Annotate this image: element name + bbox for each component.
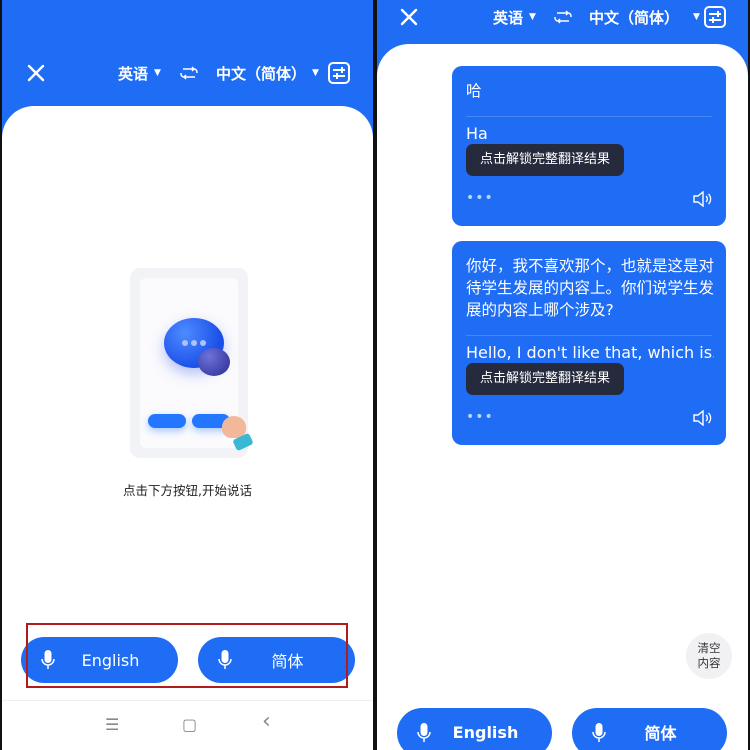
target-language-selector[interactable]: 中文（简体） ▼: [216, 63, 319, 84]
chinese-voice-button[interactable]: 简体: [572, 708, 727, 750]
close-icon[interactable]: [397, 5, 421, 29]
source-text: 你好，我不喜欢那个，也就是这是对待学生发展的内容上。你们说学生发展的内容上哪个涉…: [466, 257, 715, 319]
caret-down-icon: ▼: [154, 68, 161, 78]
source-language-label: 英语: [493, 8, 524, 27]
caret-down-icon: ▼: [312, 68, 319, 78]
target-language-label: 中文（简体）: [216, 64, 307, 83]
clear-content-label: 清空内容: [697, 641, 721, 670]
start-hint: 点击下方按钮,开始说话: [123, 483, 252, 498]
unlock-translation-button[interactable]: 点击解锁完整翻译结果: [466, 144, 625, 176]
button-label: English: [452, 722, 519, 742]
header: 英语 ▼ 中文（简体） ▼: [377, 2, 748, 32]
message-card[interactable]: 你好，我不喜欢那个，也就是这是对待学生发展的内容上。你们说学生发展的内容上哪个涉…: [452, 241, 726, 445]
more-icon[interactable]: •••: [466, 190, 494, 206]
system-nav-bar: ☰ ▢ ‹: [2, 700, 373, 749]
english-voice-button[interactable]: English: [397, 708, 552, 750]
chat-bubble-icon: [198, 348, 230, 376]
menu-icon[interactable]: ☰: [105, 715, 119, 734]
caret-down-icon: ▼: [529, 12, 536, 22]
speaker-icon[interactable]: [692, 410, 712, 426]
translation-text: Ha: [466, 124, 488, 143]
sliders-icon[interactable]: [704, 6, 726, 28]
caret-down-icon: ▼: [693, 12, 700, 22]
translation-text: Hello, I don't like that, which is...: [466, 343, 714, 362]
source-language-label: 英语: [118, 64, 149, 83]
highlight-box: [26, 623, 348, 688]
home-icon[interactable]: ▢: [182, 715, 197, 734]
swap-icon[interactable]: [179, 66, 199, 80]
message-card[interactable]: 哈 Ha 点击解锁完整翻译结果 •••: [452, 66, 726, 226]
sliders-icon[interactable]: [328, 62, 350, 84]
back-icon[interactable]: ‹: [262, 709, 271, 734]
separator: [466, 116, 712, 117]
swap-icon[interactable]: [553, 10, 573, 24]
close-icon[interactable]: [24, 61, 48, 85]
unlock-translation-button[interactable]: 点击解锁完整翻译结果: [466, 363, 625, 395]
separator: [466, 335, 712, 336]
source-language-selector[interactable]: 英语 ▼: [118, 63, 161, 84]
screen-start: 英语 ▼ 中文（简体） ▼ 点击下方按钮,开始说话 English 简体 ☰ ▢…: [2, 0, 373, 750]
more-icon[interactable]: •••: [466, 409, 494, 425]
phone-illustration: [130, 268, 254, 458]
source-text: 哈: [466, 82, 482, 100]
button-label: 简体: [644, 724, 677, 743]
source-language-selector[interactable]: 英语 ▼: [493, 7, 536, 28]
clear-content-button[interactable]: 清空内容: [686, 633, 732, 679]
speaker-icon[interactable]: [692, 191, 712, 207]
target-language-selector[interactable]: 中文（简体） ▼: [589, 7, 700, 28]
frame-edge: [0, 0, 2, 750]
target-language-label: 中文（简体）: [589, 8, 680, 27]
header: 英语 ▼ 中文（简体） ▼: [2, 55, 373, 91]
screen-conversation: 英语 ▼ 中文（简体） ▼ 哈 Ha 点击解锁完整翻译结果 ••• 你好，我不喜…: [377, 0, 748, 750]
